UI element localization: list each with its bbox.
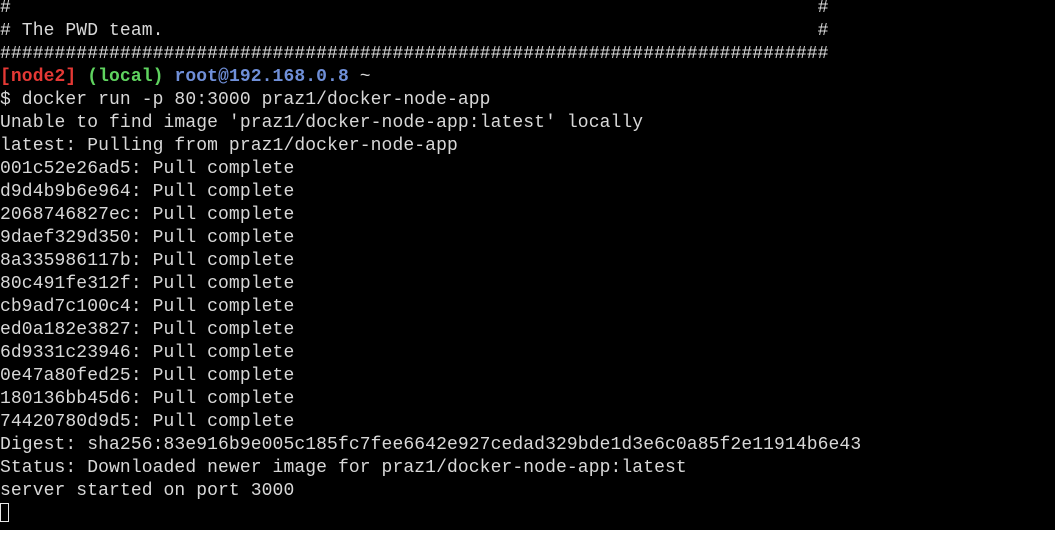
banner-line: # # (0, 0, 829, 18)
prompt-user-host: root@192.168.0.8 (174, 67, 349, 87)
output-line: 80c491fe312f: Pull complete (0, 274, 295, 294)
terminal-cursor (0, 502, 9, 522)
prompt-host: [node2] (0, 67, 77, 87)
output-line: 0e47a80fed25: Pull complete (0, 366, 295, 386)
output-line: cb9ad7c100c4: Pull complete (0, 297, 295, 317)
prompt-local: (local) (87, 67, 164, 87)
output-line: Digest: sha256:83e916b9e005c185fc7fee664… (0, 435, 862, 455)
terminal-output: # # # The PWD team. # ##################… (0, 0, 861, 526)
output-line: server started on port 3000 (0, 481, 295, 501)
output-line: ed0a182e3827: Pull complete (0, 320, 295, 340)
prompt-path: ~ (359, 67, 371, 87)
output-line: 74420780d9d5: Pull complete (0, 412, 295, 432)
output-line: 6d9331c23946: Pull complete (0, 343, 295, 363)
output-line: 9daef329d350: Pull complete (0, 228, 295, 248)
output-line: 8a335986117b: Pull complete (0, 251, 295, 271)
output-line: 2068746827ec: Pull complete (0, 205, 295, 225)
output-line: 180136bb45d6: Pull complete (0, 389, 295, 409)
output-line: latest: Pulling from praz1/docker-node-a… (0, 136, 458, 156)
banner-line: ########################################… (0, 44, 829, 64)
shell-prompt: [node2] (local) root@192.168.0.8 ~ (0, 66, 861, 89)
terminal-window[interactable]: # # # The PWD team. # ##################… (0, 0, 1055, 530)
input-line[interactable] (0, 502, 861, 526)
output-line: Status: Downloaded newer image for praz1… (0, 458, 687, 478)
output-line: Unable to find image 'praz1/docker-node-… (0, 113, 644, 133)
banner-line: # The PWD team. # (0, 21, 829, 41)
output-line: 001c52e26ad5: Pull complete (0, 159, 295, 179)
command-line: $ docker run -p 80:3000 praz1/docker-nod… (0, 90, 491, 110)
output-line: d9d4b9b6e964: Pull complete (0, 182, 295, 202)
